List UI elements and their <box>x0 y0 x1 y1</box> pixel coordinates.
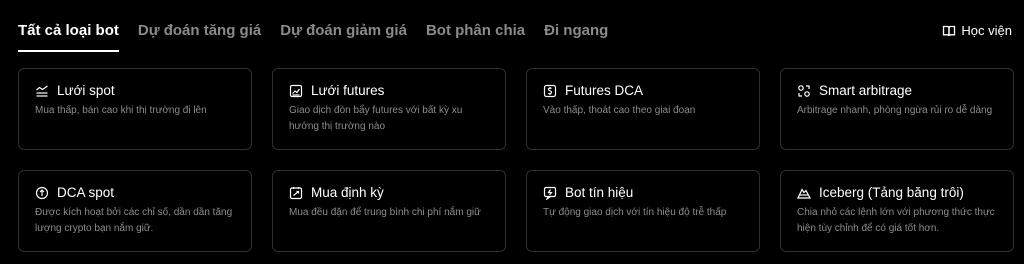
card-title: Futures DCA <box>565 83 644 98</box>
bot-card-dca-spot[interactable]: DCA spot Được kích hoạt bởi các chỉ số, … <box>18 170 252 252</box>
dca-coin-icon <box>35 186 49 200</box>
tab-split[interactable]: Bot phân chia <box>426 20 525 52</box>
futures-chart-icon <box>289 84 303 98</box>
academy-label: Học viện <box>961 23 1012 38</box>
academy-link[interactable]: Học viện <box>942 23 1012 38</box>
bot-card-smart-arbitrage[interactable]: Smart arbitrage Arbitrage nhanh, phòng n… <box>780 68 1014 150</box>
card-description: Vào thấp, thoát cao theo giai đoạn <box>543 105 696 116</box>
recurring-buy-icon <box>289 186 303 200</box>
tab-bearish[interactable]: Dự đoán giảm giá <box>280 20 407 52</box>
iceberg-icon <box>797 186 811 200</box>
card-description: Mua thấp, bán cao khi thị trường đi lên <box>35 105 207 116</box>
bot-card-signal-bot[interactable]: Bot tín hiệu Tự động giao dịch với tín h… <box>526 170 760 252</box>
card-description: Được kích hoạt bởi các chỉ số, dần dần t… <box>35 207 233 234</box>
bot-card-grid: Lưới spot Mua thấp, bán cao khi thị trườ… <box>18 68 1014 252</box>
card-title: Smart arbitrage <box>819 83 913 98</box>
signal-icon <box>543 186 557 200</box>
card-description: Tự động giao dịch với tín hiệu độ trễ th… <box>543 207 727 218</box>
bot-card-spot-grid[interactable]: Lưới spot Mua thấp, bán cao khi thị trườ… <box>18 68 252 150</box>
card-title: Bot tín hiệu <box>565 185 634 200</box>
bot-marketplace: Tất cả loại bot Dự đoán tăng giá Dự đoán… <box>0 0 1024 264</box>
grid-line-icon <box>35 84 49 98</box>
card-title: DCA spot <box>57 185 115 200</box>
futures-dca-icon <box>543 84 557 98</box>
card-description: Giao dịch đòn bẩy futures với bất kỳ xu … <box>289 105 463 132</box>
card-title: Lưới futures <box>311 83 385 98</box>
card-title: Mua định kỳ <box>311 185 384 200</box>
bot-card-iceberg[interactable]: Iceberg (Tảng băng trôi) Chia nhỏ các lệ… <box>780 170 1014 252</box>
book-icon <box>943 25 956 36</box>
card-description: Mua đều đặn để trung bình chi phí nắm gi… <box>289 207 481 218</box>
card-title: Lưới spot <box>57 83 115 98</box>
arbitrage-icon <box>797 84 811 98</box>
tab-all-bots[interactable]: Tất cả loại bot <box>18 20 119 52</box>
bot-card-futures-grid[interactable]: Lưới futures Giao dịch đòn bẩy futures v… <box>272 68 506 150</box>
tab-sideways[interactable]: Đi ngang <box>544 20 608 52</box>
tab-bullish[interactable]: Dự đoán tăng giá <box>138 20 261 52</box>
card-title: Iceberg (Tảng băng trôi) <box>819 185 964 200</box>
card-description: Chia nhỏ các lệnh lớn với phương thức th… <box>797 207 995 234</box>
card-description: Arbitrage nhanh, phòng ngừa rủi ro dễ dà… <box>797 105 993 116</box>
bot-type-tabs: Tất cả loại bot Dự đoán tăng giá Dự đoán… <box>18 20 627 52</box>
bot-card-recurring-buy[interactable]: Mua định kỳ Mua đều đặn để trung bình ch… <box>272 170 506 252</box>
bot-card-futures-dca[interactable]: Futures DCA Vào thấp, thoát cao theo gia… <box>526 68 760 150</box>
